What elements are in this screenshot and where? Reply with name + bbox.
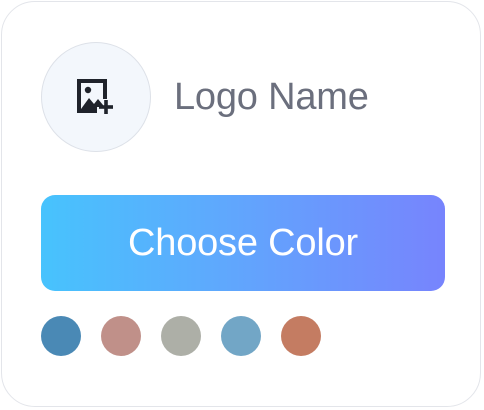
logo-card: Logo Name Choose Color [1,1,481,407]
color-swatch-5[interactable] [281,316,321,356]
logo-name: Logo Name [174,75,369,118]
logo-upload-button[interactable] [41,42,151,152]
color-swatches [41,316,321,356]
logo-row: Logo Name [41,41,369,153]
color-swatch-2[interactable] [101,316,141,356]
color-swatch-1[interactable] [41,316,81,356]
choose-color-button[interactable]: Choose Color [41,195,445,291]
image-add-icon [76,77,116,117]
color-swatch-3[interactable] [161,316,201,356]
color-swatch-4[interactable] [221,316,261,356]
